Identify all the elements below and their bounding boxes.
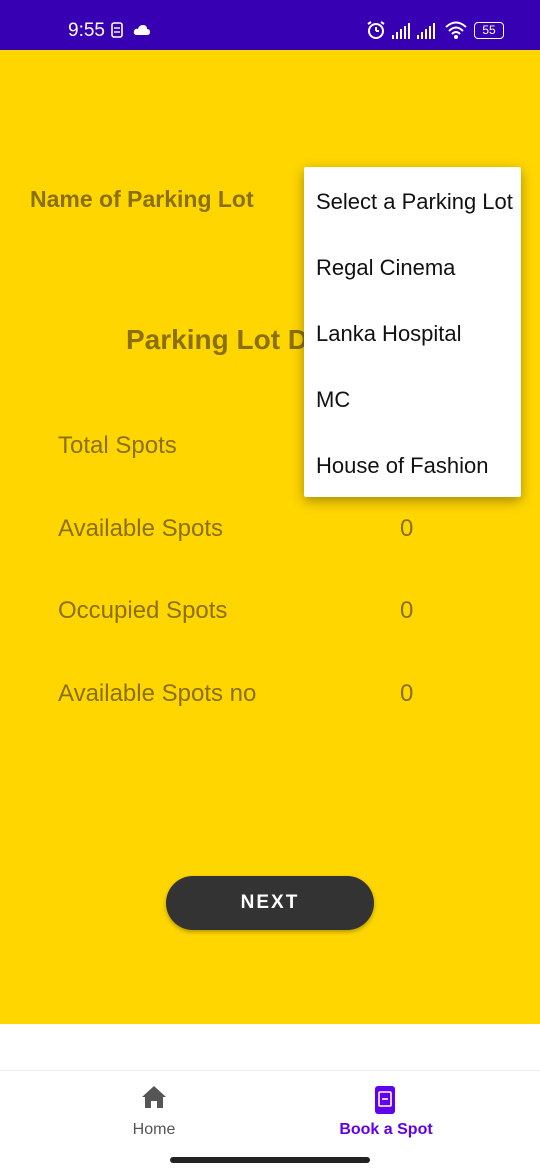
available-spots-no-label: Available Spots no	[58, 680, 257, 707]
occupied-spots-label: Occupied Spots	[58, 597, 228, 624]
available-spots-value: 0	[400, 515, 414, 542]
total-spots-label: Total Spots	[58, 432, 177, 459]
parking-lot-dropdown: Select a Parking Lot Regal Cinema Lanka …	[304, 167, 521, 497]
bottom-navigation: Home Book a Spot	[0, 1070, 540, 1170]
dropdown-option-mc[interactable]: MC	[316, 387, 350, 413]
occupied-spots-value: 0	[400, 597, 414, 624]
cloud-icon	[133, 25, 150, 35]
nav-item-home[interactable]: Home	[19, 1071, 289, 1170]
alarm-icon	[367, 21, 385, 39]
book-spot-icon	[375, 1086, 395, 1114]
nav-label-home: Home	[132, 1121, 176, 1138]
signal-icon-1	[392, 23, 410, 39]
wifi-icon	[445, 21, 467, 39]
dropdown-option-regal-cinema[interactable]: Regal Cinema	[316, 255, 455, 281]
battery-level: 55	[482, 23, 496, 37]
dropdown-option-lanka-hospital[interactable]: Lanka Hospital	[316, 321, 462, 347]
nav-label-book-a-spot: Book a Spot	[339, 1121, 433, 1138]
sim-icon	[111, 22, 123, 38]
battery-icon: 55	[474, 22, 504, 39]
status-bar: 9:55 55	[0, 0, 540, 50]
available-spots-no-value: 0	[400, 680, 414, 707]
next-button[interactable]: NEXT	[166, 876, 374, 930]
dropdown-option-house-of-fashion[interactable]: House of Fashion	[316, 453, 488, 479]
nav-item-book-a-spot[interactable]: Book a Spot	[251, 1071, 521, 1170]
signal-icon-2	[417, 23, 435, 39]
parking-lot-name-label: Name of Parking Lot	[30, 186, 254, 212]
dropdown-option-select[interactable]: Select a Parking Lot	[316, 189, 513, 215]
status-time: 9:55	[68, 20, 105, 41]
available-spots-label: Available Spots	[58, 515, 223, 542]
home-icon	[142, 1086, 166, 1108]
gesture-home-bar	[170, 1157, 370, 1163]
